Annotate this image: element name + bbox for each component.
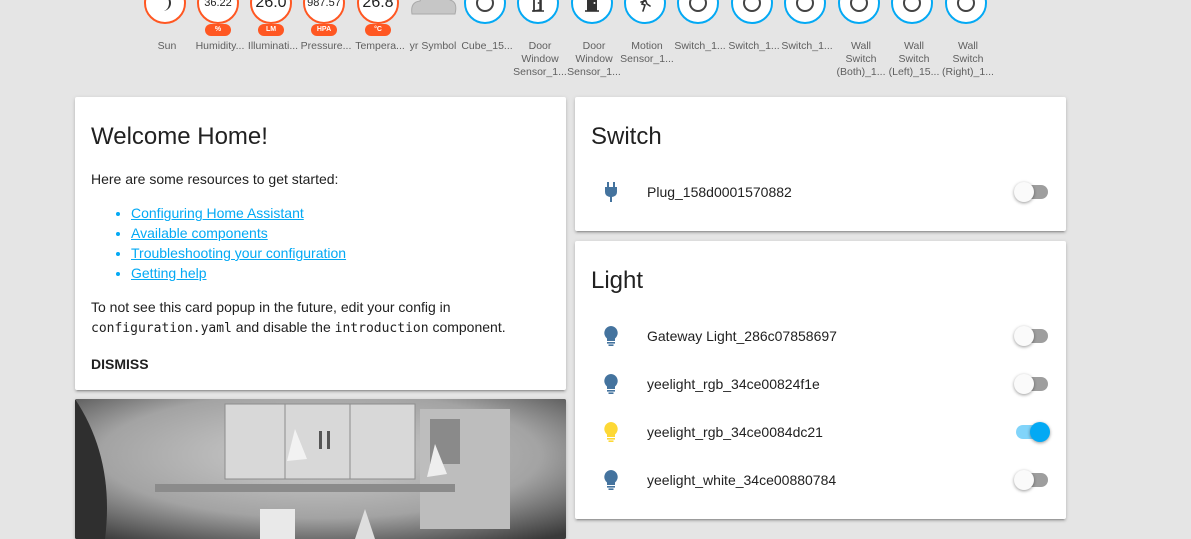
badges-bar: Sun 36.22 % Humidity... 26.0 LM Illumina…: [0, 0, 1191, 90]
link-components[interactable]: Available components: [131, 225, 268, 241]
entity-name: Gateway Light_286c07858697: [647, 328, 837, 344]
moon-icon: [163, 0, 171, 11]
badge-value: 26.8: [362, 0, 394, 11]
badge-circle: [464, 0, 506, 24]
lightbulb-icon: [602, 421, 620, 443]
dismiss-button[interactable]: DISMISS: [91, 356, 149, 372]
welcome-card: Welcome Home! Here are some resources to…: [75, 97, 566, 390]
circle-icon: [743, 0, 761, 12]
note-code-component: introduction: [334, 321, 429, 336]
link-troubleshooting[interactable]: Troubleshooting your configuration: [131, 245, 346, 261]
badge-circle: 987.57: [303, 0, 345, 24]
circle-icon: [476, 0, 494, 12]
light-card: Light Gateway Light_286c07858697 yeeligh…: [575, 241, 1066, 519]
entity-row-gateway-light[interactable]: Gateway Light_286c07858697: [575, 316, 1066, 356]
welcome-title: Welcome Home!: [91, 123, 268, 150]
toggle-knob: [1014, 182, 1034, 202]
badge-value: 26.0: [255, 0, 287, 11]
lightbulb-icon: [602, 373, 620, 395]
welcome-intro: Here are some resources to get started:: [91, 171, 339, 187]
toggle-knob: [1014, 326, 1034, 346]
circle-icon: [903, 0, 921, 12]
camera-image: [75, 399, 566, 539]
light-card-title: Light: [591, 267, 644, 294]
cloud-icon: [411, 0, 457, 15]
badge-value: 36.22: [204, 0, 232, 9]
badge-circle: 26.8: [357, 0, 399, 24]
plug-toggle[interactable]: [1014, 182, 1050, 202]
note-code-config: configuration.yaml: [91, 321, 232, 336]
badge-circle: [891, 0, 933, 24]
list-item: Configuring Home Assistant: [131, 203, 346, 223]
door-open-icon: [532, 0, 544, 12]
badge-label: Wall Switch (Right)_1...: [942, 40, 994, 78]
entity-row-yeelight-rgb-1[interactable]: yeelight_rgb_34ce00824f1e: [575, 364, 1066, 404]
entity-row-plug[interactable]: Plug_158d0001570882: [575, 172, 1066, 212]
note-text: component.: [428, 319, 506, 335]
badge-unit: LM: [258, 24, 284, 36]
power-plug-icon: [602, 181, 620, 203]
badge-circle: 36.22: [197, 0, 239, 24]
badge-circle: 26.0: [250, 0, 292, 24]
entity-name: yeelight_rgb_34ce0084dc21: [647, 424, 823, 440]
toggle-knob: [1014, 374, 1034, 394]
switch-card: Switch Plug_158d0001570882: [575, 97, 1066, 231]
door-closed-icon: [585, 0, 599, 12]
switch-card-title: Switch: [591, 123, 662, 150]
badge-circle: [517, 0, 559, 24]
badge-circle: [838, 0, 880, 24]
circle-icon: [957, 0, 975, 12]
badge-unit: °C: [365, 24, 391, 36]
gateway-light-toggle[interactable]: [1014, 326, 1050, 346]
entity-name: yeelight_rgb_34ce00824f1e: [647, 376, 820, 392]
circle-icon: [796, 0, 814, 12]
list-item: Available components: [131, 223, 346, 243]
badge-unit: %: [205, 24, 231, 36]
circle-icon: [850, 0, 868, 12]
link-configuring[interactable]: Configuring Home Assistant: [131, 205, 304, 221]
badge-circle: [731, 0, 773, 24]
yeelight-white-toggle[interactable]: [1014, 470, 1050, 490]
badge-circle: [144, 0, 186, 24]
link-getting-help[interactable]: Getting help: [131, 265, 207, 281]
badge-circle: [624, 0, 666, 24]
list-item: Getting help: [131, 263, 346, 283]
toggle-knob: [1030, 422, 1050, 442]
list-item: Troubleshooting your configuration: [131, 243, 346, 263]
note-text: To not see this card popup in the future…: [91, 299, 451, 315]
note-text: and disable the: [231, 319, 335, 335]
circle-icon: [689, 0, 707, 12]
camera-card[interactable]: [75, 399, 566, 539]
badge-value: 987.57: [307, 0, 341, 9]
badge-circle: [677, 0, 719, 24]
badge-circle: [571, 0, 613, 24]
lightbulb-icon: [602, 469, 620, 491]
entity-row-yeelight-rgb-2[interactable]: yeelight_rgb_34ce0084dc21: [575, 412, 1066, 452]
entity-row-yeelight-white[interactable]: yeelight_white_34ce00880784: [575, 460, 1066, 500]
badge-unit: HPA: [311, 24, 337, 36]
badge-circle: [945, 0, 987, 24]
entity-name: yeelight_white_34ce00880784: [647, 472, 837, 488]
welcome-note: To not see this card popup in the future…: [91, 297, 551, 339]
toggle-knob: [1014, 470, 1034, 490]
yeelight-rgb-1-toggle[interactable]: [1014, 374, 1050, 394]
lightbulb-icon: [602, 325, 620, 347]
yeelight-rgb-2-toggle[interactable]: [1014, 422, 1050, 442]
resource-links: Configuring Home Assistant Available com…: [91, 203, 346, 283]
badge-circle: [784, 0, 826, 24]
walk-icon: [640, 0, 651, 12]
entity-name: Plug_158d0001570882: [647, 184, 792, 200]
